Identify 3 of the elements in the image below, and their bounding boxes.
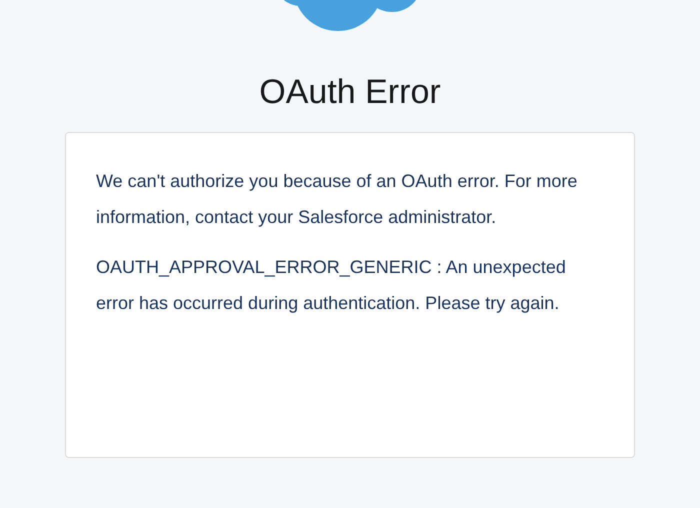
error-message: OAUTH_APPROVAL_ERROR_GENERIC : An unexpected error has occurred during authentication. Please try again. <box>96 256 567 315</box>
page-title: OAuth Error <box>258 72 442 113</box>
error-message: We can't authorize you because of an OAuth error. For more information, contact your Salesforce administrator. <box>96 170 578 229</box>
